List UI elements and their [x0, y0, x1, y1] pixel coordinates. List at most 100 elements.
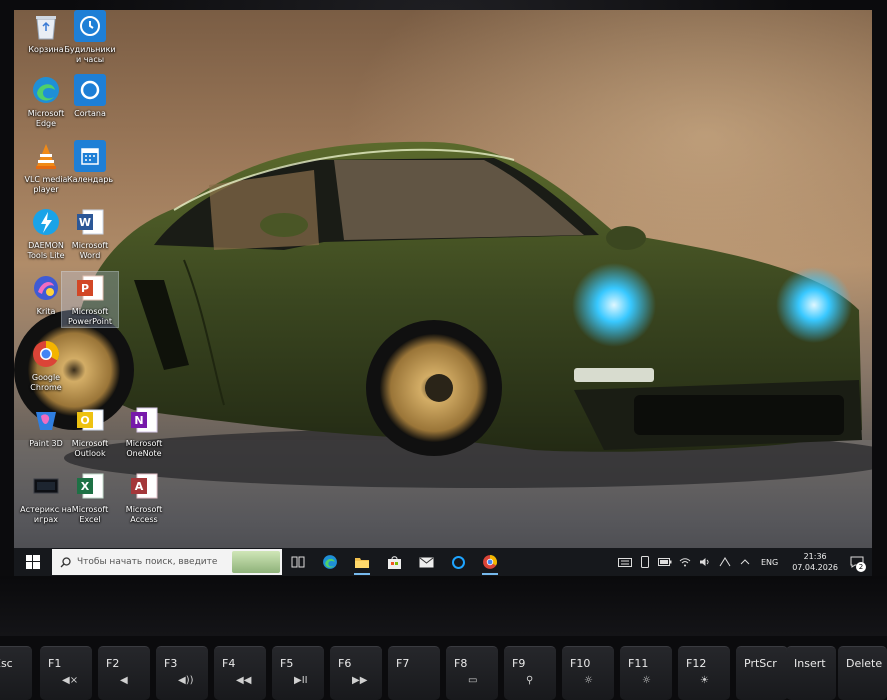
- key-f10[interactable]: F10 ☼: [562, 646, 614, 700]
- key-f7[interactable]: F7: [388, 646, 440, 700]
- car-headlight-right: [776, 267, 852, 343]
- car-fog-light: [574, 368, 654, 382]
- clock-date: 07.04.2026: [792, 563, 838, 572]
- previous-track-icon: ◀◀: [236, 675, 252, 686]
- key-label: Insert: [794, 657, 826, 670]
- key-esc[interactable]: Esc: [0, 646, 32, 700]
- word-icon: W: [74, 206, 106, 238]
- car-headlight-left: [572, 263, 656, 347]
- key-f6[interactable]: F6 ▶▶: [330, 646, 382, 700]
- recycle-bin-icon: [30, 10, 62, 42]
- taskbar-mail[interactable]: [410, 548, 442, 576]
- desktop-screen: Корзина Будильники и часы Microsoft Edge…: [14, 10, 872, 576]
- desktop-icon-label: Microsoft PowerPoint: [67, 307, 113, 326]
- cortana-icon: [451, 555, 465, 569]
- key-f1[interactable]: F1 ◀×: [40, 646, 92, 700]
- key-label: F11: [628, 657, 649, 670]
- svg-text:W: W: [79, 216, 91, 229]
- key-delete[interactable]: Delete: [838, 646, 887, 700]
- tray-keyboard-icon[interactable]: [615, 548, 635, 576]
- chrome-icon: [483, 555, 497, 569]
- vlc-icon: [30, 140, 62, 172]
- search-highlight-image: [232, 551, 280, 573]
- input-language-indicator[interactable]: ENG: [755, 558, 784, 567]
- key-f5[interactable]: F5 ▶II: [272, 646, 324, 700]
- key-f8[interactable]: F8 ▭: [446, 646, 498, 700]
- desktop-icon-access[interactable]: A Microsoft Access: [116, 470, 172, 525]
- taskbar-edge[interactable]: [314, 548, 346, 576]
- desktop-icon-label: Microsoft Edge: [27, 109, 65, 128]
- brightness-up-icon: ☀: [700, 675, 709, 686]
- onenote-icon: N: [128, 404, 160, 436]
- notification-count-badge: 2: [856, 562, 866, 572]
- svg-text:X: X: [81, 480, 90, 493]
- play-pause-icon: ▶II: [294, 675, 308, 686]
- desktop-icon-calendar[interactable]: Календарь: [62, 140, 118, 185]
- key-label: PrtScr: [744, 657, 777, 670]
- krita-icon: [30, 272, 62, 304]
- mail-icon: [419, 557, 433, 567]
- start-button[interactable]: [14, 548, 52, 576]
- wifi-icon[interactable]: [675, 548, 695, 576]
- taskbar-chrome[interactable]: [474, 548, 506, 576]
- key-prtscr[interactable]: PrtScr: [736, 646, 788, 700]
- desktop-icon-alarms[interactable]: Будильники и часы: [62, 10, 118, 65]
- key-f4[interactable]: F4 ◀◀: [214, 646, 266, 700]
- next-track-icon: ▶▶: [352, 675, 368, 686]
- desktop-icon-label: Microsoft Word: [71, 241, 109, 260]
- tray-phone-icon[interactable]: [635, 548, 655, 576]
- clock-time: 21:36: [803, 552, 827, 561]
- key-label: F8: [454, 657, 468, 670]
- key-f3[interactable]: F3 ◀)): [156, 646, 208, 700]
- access-icon: A: [128, 470, 160, 502]
- cortana-icon: [74, 74, 106, 106]
- windows-logo-icon: [26, 555, 40, 569]
- key-f11[interactable]: F11 ☼: [620, 646, 672, 700]
- key-insert[interactable]: Insert: [786, 646, 836, 700]
- mute-icon: ◀×: [62, 675, 79, 686]
- desktop-icon-label: Microsoft Access: [125, 505, 163, 524]
- desktop-icon-label: DAEMON Tools Lite: [27, 241, 65, 260]
- tray-chevron-icon[interactable]: [735, 548, 755, 576]
- desktop-icon-outlook[interactable]: O Microsoft Outlook: [62, 404, 118, 459]
- taskbar-clock[interactable]: 21:36 07.04.2026: [784, 551, 846, 573]
- key-label: F7: [396, 657, 410, 670]
- key-label: F1: [48, 657, 62, 670]
- taskbar-task-view[interactable]: [282, 548, 314, 576]
- desktop-icon-word[interactable]: W Microsoft Word: [62, 206, 118, 261]
- key-label: Delete: [846, 657, 883, 670]
- car-grille: [634, 395, 844, 435]
- svg-text:P: P: [81, 282, 89, 295]
- key-f2[interactable]: F2 ◀: [98, 646, 150, 700]
- car-hub-front: [425, 374, 453, 402]
- tray-network-icon[interactable]: [715, 548, 735, 576]
- key-f12[interactable]: F12 ☀: [678, 646, 730, 700]
- taskbar-store[interactable]: [378, 548, 410, 576]
- desktop-icon-label: Paint 3D: [29, 439, 63, 448]
- display-switch-icon: ▭: [468, 675, 478, 686]
- desktop-icon-chrome[interactable]: Google Chrome: [18, 338, 74, 393]
- key-f9[interactable]: F9 ⚲: [504, 646, 556, 700]
- key-label: F2: [106, 657, 120, 670]
- desktop-icon-label: Будильники и часы: [64, 45, 116, 64]
- desktop-icon-label: Microsoft Excel: [71, 505, 109, 524]
- desktop-icon-label: Календарь: [66, 175, 114, 184]
- car-mirror-side: [260, 213, 308, 237]
- laptop-bezel: [0, 576, 887, 636]
- desktop-icon-powerpoint[interactable]: P Microsoft PowerPoint: [61, 271, 119, 328]
- desktop-icon-excel[interactable]: X Microsoft Excel: [62, 470, 118, 525]
- battery-icon[interactable]: [655, 548, 675, 576]
- outlook-icon: O: [74, 404, 106, 436]
- key-label: Esc: [0, 657, 13, 670]
- taskbar-cortana[interactable]: [442, 548, 474, 576]
- volume-up-icon: ◀)): [178, 675, 194, 686]
- volume-icon[interactable]: [695, 548, 715, 576]
- desktop-icon-cortana[interactable]: Cortana: [62, 74, 118, 119]
- chrome-icon: [30, 338, 62, 370]
- action-center-button[interactable]: 2: [846, 548, 868, 576]
- taskbar-search-box[interactable]: Чтобы начать поиск, введите: [52, 549, 282, 575]
- svg-text:O: O: [80, 414, 89, 427]
- desktop-icon-onenote[interactable]: N Microsoft OneNote: [116, 404, 172, 459]
- excel-icon: X: [74, 470, 106, 502]
- taskbar-file-explorer[interactable]: [346, 548, 378, 576]
